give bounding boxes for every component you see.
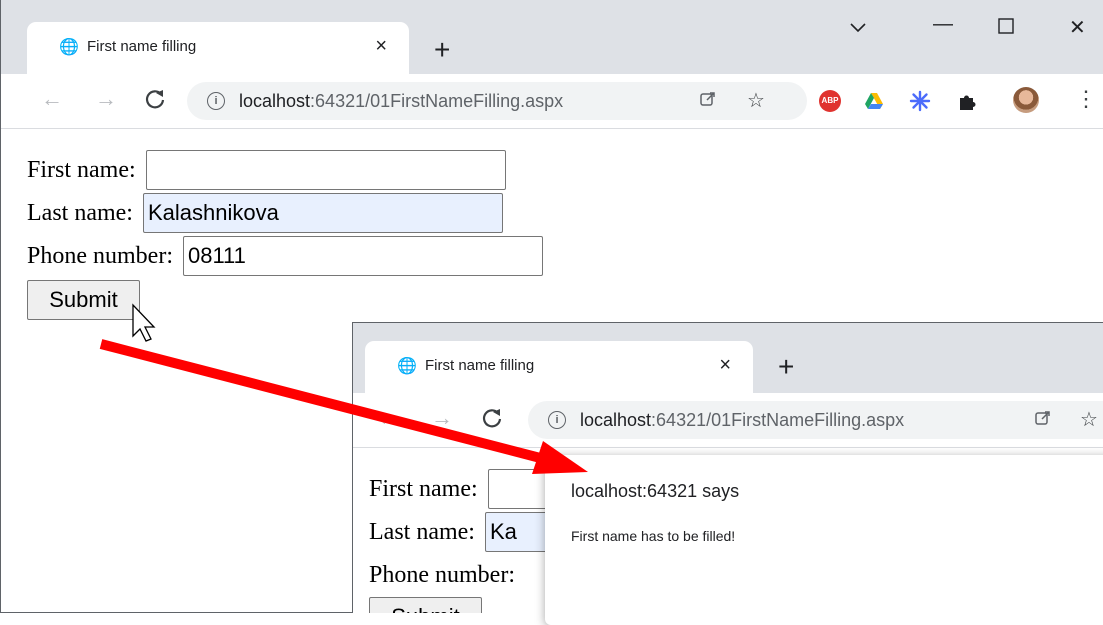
last-name-label-2: Last name: <box>369 519 475 545</box>
profile-avatar[interactable] <box>1013 87 1039 113</box>
extensions-puzzle-icon[interactable] <box>956 90 978 112</box>
close-window-button[interactable]: ✕ <box>1069 18 1086 38</box>
new-tab-button-2[interactable]: + <box>778 353 794 381</box>
share-icon[interactable] <box>699 90 717 113</box>
phone-label: Phone number: <box>27 243 173 269</box>
adblock-plus-icon[interactable]: ABP <box>819 90 841 112</box>
bookmark-star-icon[interactable]: ☆ <box>1080 407 1098 432</box>
first-name-label: First name: <box>27 157 136 183</box>
forward-button-2[interactable]: → <box>431 407 453 429</box>
back-button-2[interactable]: ← <box>377 407 399 429</box>
tab-strip: 🌐 First name filling × + — ✕ <box>1 0 1103 74</box>
phone-row: Phone number: 08111 <box>27 234 543 278</box>
sparkle-extension-icon[interactable] <box>909 90 931 112</box>
url-text[interactable]: localhost:64321/01FirstNameFilling.aspx <box>239 91 563 112</box>
submit-button-2[interactable]: Submit <box>369 597 482 613</box>
maximize-button[interactable] <box>998 18 1014 38</box>
globe-icon: 🌐 <box>59 39 79 56</box>
alert-dialog: localhost:64321 says First name has to b… <box>545 455 1103 625</box>
browser-toolbar: ← → i localhost:64321/01FirstNameFilling… <box>1 74 1103 129</box>
browser-toolbar-2: ← → i localhost:64321/01FirstNameFilling… <box>353 393 1103 448</box>
tab-strip-2: 🌐 First name filling × + <box>353 323 1103 393</box>
phone-row-2: Phone number: <box>369 553 515 597</box>
more-menu-icon[interactable]: ⋮ <box>1075 88 1097 110</box>
last-name-input[interactable]: Kalashnikova <box>142 193 503 233</box>
reload-button-2[interactable] <box>481 407 503 433</box>
tab-close-icon[interactable]: × <box>375 35 387 57</box>
alert-message: First name has to be filled! <box>571 528 736 544</box>
first-name-label-2: First name: <box>369 476 478 502</box>
share-icon[interactable] <box>1034 409 1052 432</box>
submit-button[interactable]: Submit <box>27 280 140 320</box>
phone-label-2: Phone number: <box>369 562 515 588</box>
tab-first-name-filling-2[interactable]: 🌐 First name filling × <box>365 341 753 393</box>
site-info-icon[interactable]: i <box>548 411 566 429</box>
url-text-2[interactable]: localhost:64321/01FirstNameFilling.aspx <box>580 410 904 431</box>
forward-button[interactable]: → <box>95 88 117 110</box>
reload-button[interactable] <box>144 88 166 114</box>
minimize-button[interactable]: — <box>933 14 953 34</box>
alert-title: localhost:64321 says <box>571 481 740 501</box>
first-name-input[interactable] <box>145 150 506 190</box>
tab-title-2: First name filling <box>425 357 535 374</box>
tab-close-icon[interactable]: × <box>719 354 731 376</box>
back-button[interactable]: ← <box>41 88 63 110</box>
last-name-row: Last name: Kalashnikova <box>27 191 503 235</box>
tab-search-icon[interactable] <box>849 18 867 38</box>
address-bar[interactable]: i localhost:64321/01FirstNameFilling.asp… <box>187 82 807 120</box>
address-bar-2[interactable]: i localhost:64321/01FirstNameFilling.asp… <box>528 401 1103 439</box>
phone-input[interactable]: 08111 <box>182 236 543 276</box>
google-drive-icon[interactable] <box>863 90 885 112</box>
globe-icon: 🌐 <box>397 358 417 375</box>
tab-title: First name filling <box>87 38 197 55</box>
last-name-label: Last name: <box>27 200 133 226</box>
first-name-row: First name: <box>27 148 506 192</box>
new-tab-button[interactable]: + <box>434 36 450 64</box>
bookmark-star-icon[interactable]: ☆ <box>747 88 765 113</box>
tab-first-name-filling[interactable]: 🌐 First name filling × <box>27 22 409 74</box>
site-info-icon[interactable]: i <box>207 92 225 110</box>
